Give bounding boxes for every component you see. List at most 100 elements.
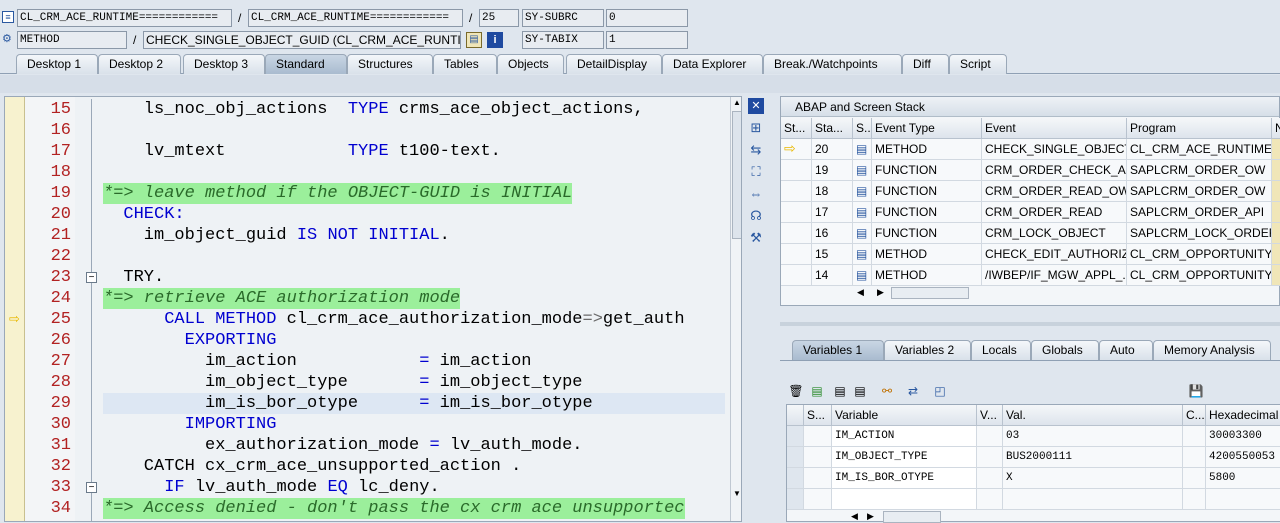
code-text[interactable]: CHECK:: [103, 204, 184, 225]
column-header[interactable]: S...: [804, 405, 832, 426]
row-selector[interactable]: [787, 447, 804, 468]
tab-diff[interactable]: Diff: [902, 54, 949, 74]
code-text[interactable]: TRY.: [103, 267, 164, 288]
close-icon[interactable]: ✕: [748, 98, 764, 114]
code-comment[interactable]: *=> Access denied - don't pass the cx cr…: [103, 498, 685, 519]
tab-desktop-1[interactable]: Desktop 1: [16, 54, 98, 74]
tab-desktop-3[interactable]: Desktop 3: [183, 54, 265, 74]
tab-tables[interactable]: Tables: [433, 54, 497, 74]
display-source-icon[interactable]: ▤: [466, 32, 482, 48]
new-tool-icon[interactable]: ⊞: [748, 120, 764, 136]
sysfield1-value[interactable]: 0: [606, 9, 688, 27]
var-value[interactable]: [1003, 489, 1183, 510]
code-text[interactable]: im_object_guid IS NOT INITIAL.: [103, 225, 450, 246]
tab-globals[interactable]: Globals: [1031, 340, 1099, 360]
structure-icon[interactable]: ⚯: [879, 383, 895, 399]
column-header[interactable]: N: [1272, 118, 1280, 139]
var-name[interactable]: IM_IS_BOR_OTYPE: [832, 468, 977, 489]
column-header[interactable]: Sta...: [812, 118, 853, 139]
code-text[interactable]: EXPORTING: [103, 330, 277, 351]
code-text[interactable]: ex_authorization_mode = lv_auth_mode.: [103, 435, 582, 456]
fold-toggle[interactable]: −: [86, 482, 97, 493]
swap-tool-icon[interactable]: ⇔: [748, 186, 764, 202]
swap-icon[interactable]: ⇄: [905, 383, 921, 399]
code-text[interactable]: CATCH cx_crm_ace_unsupported_action .: [103, 456, 521, 477]
var-value[interactable]: X: [1003, 468, 1183, 489]
program-field[interactable]: CL_CRM_ACE_RUNTIME============: [17, 9, 232, 27]
var-value[interactable]: 03: [1003, 426, 1183, 447]
variables-horizontal-scrollbar[interactable]: ◀ ▶: [849, 511, 949, 523]
include-field[interactable]: CL_CRM_ACE_RUNTIME============: [248, 9, 463, 27]
settings-icon[interactable]: ⚒: [748, 230, 764, 246]
scroll-right-icon[interactable]: ▶: [877, 287, 884, 298]
scroll-thumb[interactable]: [732, 111, 741, 239]
column-header[interactable]: Val.: [1003, 405, 1183, 426]
scroll-up-icon[interactable]: ▲: [732, 98, 741, 108]
tab-detail-display[interactable]: DetailDisplay: [566, 54, 662, 74]
row-selector[interactable]: [787, 426, 804, 447]
tab-break-watchpoints[interactable]: Break./Watchpoints: [763, 54, 902, 74]
services-icon[interactable]: ☊: [748, 208, 764, 224]
code-comment[interactable]: *=> retrieve ACE authorization mode: [103, 288, 461, 309]
tab-variables-2[interactable]: Variables 2: [884, 340, 971, 360]
save-icon[interactable]: 💾: [1188, 383, 1204, 399]
tab-script[interactable]: Script: [949, 54, 1007, 74]
tab-structures[interactable]: Structures: [347, 54, 433, 74]
column-header[interactable]: C...: [1183, 405, 1206, 426]
column-header[interactable]: [787, 405, 804, 426]
code-text[interactable]: IF lv_auth_mode EQ lc_deny.: [103, 477, 439, 498]
export-icon[interactable]: ▤: [852, 383, 868, 399]
lookup-icon[interactable]: ◰: [932, 383, 948, 399]
column-header[interactable]: Event Type: [872, 118, 982, 139]
column-header[interactable]: Program: [1127, 118, 1272, 139]
column-header[interactable]: Event: [982, 118, 1127, 139]
column-header[interactable]: V...: [977, 405, 1003, 426]
tab-standard[interactable]: Standard: [265, 54, 347, 74]
var-name[interactable]: [832, 489, 977, 510]
var-name[interactable]: IM_OBJECT_TYPE: [832, 447, 977, 468]
code-text[interactable]: lv_mtext TYPE t100-text.: [103, 141, 501, 162]
fold-toggle[interactable]: −: [86, 272, 97, 283]
event-type-field[interactable]: METHOD: [17, 31, 127, 49]
replace-tool-icon[interactable]: ⇆: [748, 142, 764, 158]
sysfield1-name[interactable]: SY-SUBRC: [522, 9, 604, 27]
column-header[interactable]: Hexadecimal: [1206, 405, 1280, 426]
code-text[interactable]: IMPORTING: [103, 414, 277, 435]
event-field[interactable]: CHECK_SINGLE_OBJECT_GUID (CL_CRM_ACE_RUN…: [143, 31, 461, 49]
tab-data-explorer[interactable]: Data Explorer: [662, 54, 763, 74]
stack-horizontal-scrollbar[interactable]: ◀ ▶: [855, 286, 975, 301]
code-text[interactable]: im_object_type = im_object_type: [103, 372, 582, 393]
delete-icon[interactable]: 🗑: [788, 383, 804, 399]
code-text[interactable]: im_is_bor_otype = im_is_bor_otype: [103, 393, 593, 414]
line-number-field[interactable]: 25: [479, 9, 519, 27]
code-comment[interactable]: *=> leave method if the OBJECT-GUID is I…: [103, 183, 573, 204]
sysfield2-value[interactable]: 1: [606, 31, 688, 49]
var-value[interactable]: BUS2000111: [1003, 447, 1183, 468]
row-selector[interactable]: [787, 489, 804, 510]
tab-locals[interactable]: Locals: [971, 340, 1031, 360]
scroll-thumb[interactable]: [883, 511, 941, 523]
import-icon[interactable]: ▤: [832, 383, 848, 399]
scroll-right-icon[interactable]: ▶: [867, 511, 874, 522]
sysfield2-name[interactable]: SY-TABIX: [522, 31, 604, 49]
tab-objects[interactable]: Objects: [497, 54, 564, 74]
code-text[interactable]: im_action = im_action: [103, 351, 531, 372]
column-header[interactable]: S...: [853, 118, 872, 139]
tab-desktop-2[interactable]: Desktop 2: [98, 54, 181, 74]
code-text[interactable]: ls_noc_obj_actions TYPE crms_ace_object_…: [103, 99, 644, 120]
source-code-editor[interactable]: 15 ls_noc_obj_actions TYPE crms_ace_obje…: [4, 96, 742, 522]
column-header[interactable]: Variable: [832, 405, 977, 426]
scroll-left-icon[interactable]: ◀: [857, 287, 864, 298]
code-text[interactable]: CALL METHOD cl_crm_ace_authorization_mod…: [103, 309, 684, 330]
scroll-left-icon[interactable]: ◀: [851, 511, 858, 522]
panel-splitter[interactable]: [780, 322, 1280, 326]
scroll-down-icon[interactable]: ▼: [732, 489, 741, 499]
scroll-thumb[interactable]: [891, 287, 969, 299]
maximize-icon[interactable]: ⛶: [748, 164, 764, 180]
var-name[interactable]: IM_ACTION: [832, 426, 977, 447]
tab-variables-1[interactable]: Variables 1: [792, 340, 884, 360]
row-selector[interactable]: [787, 468, 804, 489]
column-header[interactable]: St...: [781, 118, 812, 139]
insert-icon[interactable]: ▤: [809, 383, 825, 399]
editor-vertical-scrollbar[interactable]: ▲ ▼: [730, 97, 741, 521]
